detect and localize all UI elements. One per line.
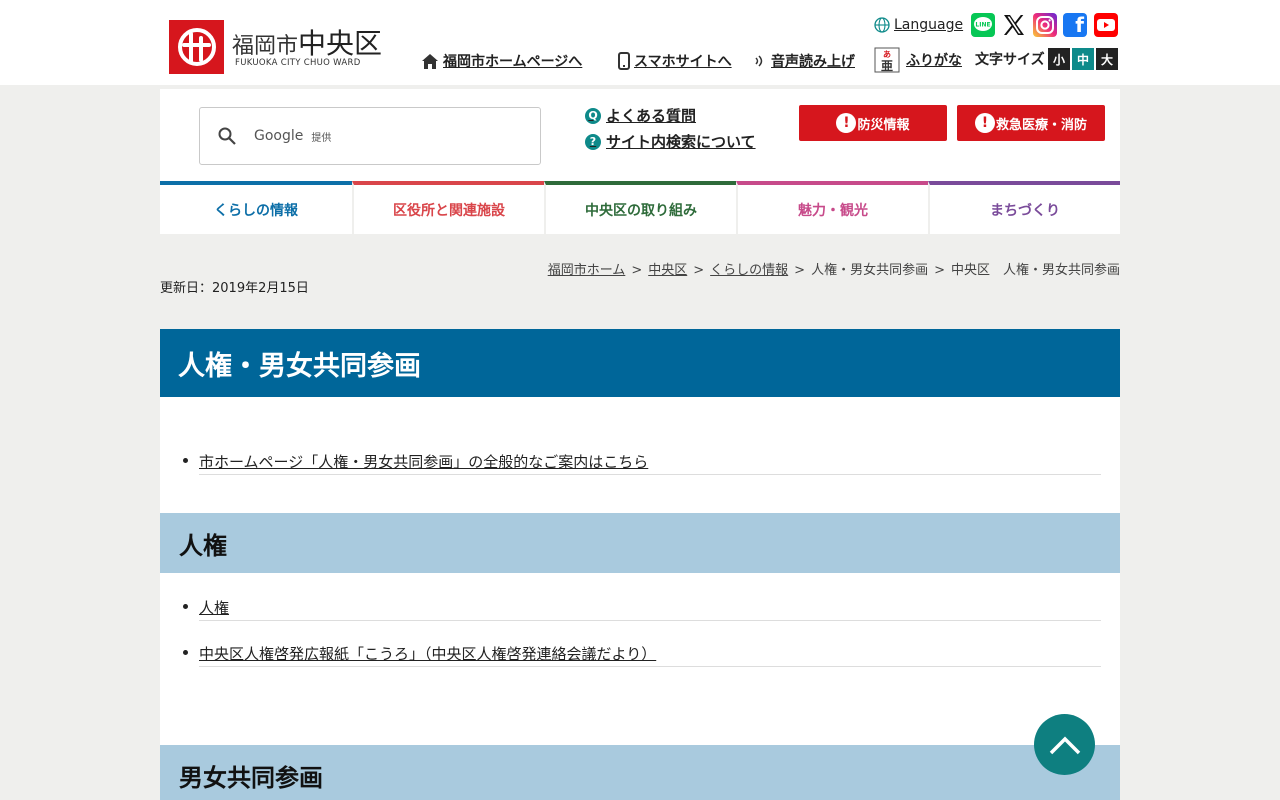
voice-reading-label: 音声読み上げ xyxy=(771,54,855,70)
sound-icon xyxy=(755,55,763,67)
facebook-icon[interactable]: f xyxy=(1063,13,1087,37)
svg-text:LINE: LINE xyxy=(975,22,990,29)
furigana-link[interactable]: あ亜 ふりがな xyxy=(874,47,962,73)
font-size-medium-button[interactable]: 中 xyxy=(1072,48,1094,70)
fukuoka-home-link[interactable]: 福岡市ホームページへ xyxy=(421,51,582,71)
breadcrumb-separator: > xyxy=(693,263,705,278)
breadcrumb-item: 人権・男女共同参画 xyxy=(811,263,929,278)
smartphone-icon xyxy=(618,52,630,70)
instagram-icon[interactable] xyxy=(1033,13,1057,37)
human-rights-link-list-2: 中央区人権啓発広報紙「こうろ」（中央区人権啓発連絡会議だより） xyxy=(183,643,1101,667)
list-item: 市ホームページ「人権・男女共同参画」の全般的なご案内はこちら xyxy=(183,451,1101,475)
breadcrumb-current: 中央区 人権・男女共同参画 xyxy=(950,263,1120,278)
site-logo[interactable]: 福岡市中央区 FUKUOKA CITY CHUO WARD xyxy=(169,20,409,74)
nav-item-label: 魅力・観光 xyxy=(798,202,868,219)
breadcrumb: 福岡市ホーム > 中央区 > くらしの情報 > 人権・男女共同参画 > 中央区 人権・男女共同参… xyxy=(548,259,1120,278)
svg-text:あ: あ xyxy=(883,50,891,59)
furigana-label: ふりがな xyxy=(906,53,962,69)
list-item: 中央区人権啓発広報紙「こうろ」（中央区人権啓発連絡会議だより） xyxy=(183,643,1101,667)
section-heading-human-rights: 人権 xyxy=(160,513,1120,573)
city-emblem-icon xyxy=(169,20,224,74)
intro-link-list: 市ホームページ「人権・男女共同参画」の全般的なご案内はこちら xyxy=(183,451,1101,475)
mobile-site-link[interactable]: スマホサイトへ xyxy=(618,51,732,71)
emergency-button[interactable]: ! 救急医療・消防 xyxy=(957,105,1105,141)
language-label: Language xyxy=(894,17,964,33)
font-size-large-button[interactable]: 大 xyxy=(1096,48,1118,70)
nav-item-living[interactable]: くらしの情報 xyxy=(160,181,352,234)
nav-item-label: まちづくり xyxy=(990,202,1060,219)
search-help-label: サイト内検索について xyxy=(606,133,756,151)
nav-item-label: 区役所と関連施設 xyxy=(393,202,505,219)
intro-link[interactable]: 市ホームページ「人権・男女共同参画」の全般的なご案内はこちら xyxy=(199,453,648,471)
updated-date: 更新日：2019年2月15日 xyxy=(160,281,309,296)
kouro-newsletter-link[interactable]: 中央区人権啓発広報紙「こうろ」（中央区人権啓発連絡会議だより） xyxy=(199,645,656,663)
globe-icon xyxy=(874,17,890,33)
question-icon: ? xyxy=(585,133,601,150)
nav-item-label: 中央区の取り組み xyxy=(585,202,697,219)
chevron-up-icon xyxy=(1049,736,1080,754)
facebook-letter: f xyxy=(1075,13,1084,37)
fukuoka-home-label: 福岡市ホームページへ xyxy=(443,54,583,70)
alert-icon: ! xyxy=(836,113,857,133)
site-header: 福岡市中央区 FUKUOKA CITY CHUO WARD 福岡市ホームページへ… xyxy=(0,0,1280,85)
provided-by-label: 提供 xyxy=(311,132,332,144)
list-item: 人権 xyxy=(183,597,1101,621)
furigana-icon: あ亜 xyxy=(874,47,900,73)
mobile-site-label: スマホサイトへ xyxy=(634,54,732,70)
main-content: 人権・男女共同参画 市ホームページ「人権・男女共同参画」の全般的なご案内はこちら… xyxy=(160,329,1120,800)
faq-label: よくある質問 xyxy=(606,107,697,125)
search-input[interactable]: Google 提供 xyxy=(199,107,541,165)
human-rights-link[interactable]: 人権 xyxy=(199,599,229,617)
utility-bar: Google 提供 Q よくある質問 ? サイト内検索について ! 防災情報 !… xyxy=(160,89,1120,181)
voice-reading-link[interactable]: 音声読み上げ xyxy=(753,51,855,71)
nav-item-tourism[interactable]: 魅力・観光 xyxy=(736,181,928,234)
font-size-small-button[interactable]: 小 xyxy=(1048,48,1070,70)
logo-city: 福岡市 xyxy=(232,34,299,59)
search-help-link[interactable]: ? サイト内検索について xyxy=(585,131,756,152)
disaster-info-label: 防災情報 xyxy=(857,117,910,133)
breadcrumb-separator: > xyxy=(934,263,945,278)
disaster-info-button[interactable]: ! 防災情報 xyxy=(799,105,947,141)
nav-item-ward-office[interactable]: 区役所と関連施設 xyxy=(352,181,544,234)
logo-ward: 中央区 xyxy=(298,27,383,60)
back-to-top-button[interactable] xyxy=(1034,714,1095,775)
home-icon xyxy=(422,53,438,69)
emergency-label: 救急医療・消防 xyxy=(995,117,1087,133)
global-nav: くらしの情報 区役所と関連施設 中央区の取り組み 魅力・観光 まちづくり xyxy=(160,181,1120,234)
faq-icon: Q xyxy=(585,107,601,124)
alert-icon: ! xyxy=(974,113,995,133)
search-icon xyxy=(218,127,236,145)
google-label: Google xyxy=(254,128,304,144)
font-size-label: 文字サイズ xyxy=(975,52,1045,68)
nav-item-label: くらしの情報 xyxy=(214,202,298,219)
faq-link[interactable]: Q よくある質問 xyxy=(585,105,696,126)
nav-item-initiatives[interactable]: 中央区の取り組み xyxy=(544,181,736,234)
x-icon[interactable] xyxy=(1002,13,1026,37)
nav-item-town-planning[interactable]: まちづくり xyxy=(928,181,1120,234)
page-title: 人権・男女共同参画 xyxy=(160,329,1120,397)
human-rights-link-list: 人権 xyxy=(183,597,1101,621)
svg-text:亜: 亜 xyxy=(881,59,893,73)
breadcrumb-separator: > xyxy=(794,263,806,278)
breadcrumb-item[interactable]: 中央区 xyxy=(648,263,687,278)
section-heading-gender-equality: 男女共同参画 xyxy=(160,745,1120,800)
language-link[interactable]: Language xyxy=(874,17,963,33)
logo-text: 福岡市中央区 xyxy=(232,22,382,62)
youtube-icon[interactable] xyxy=(1094,13,1118,37)
breadcrumb-item[interactable]: 福岡市ホーム xyxy=(548,263,626,278)
breadcrumb-item[interactable]: くらしの情報 xyxy=(710,263,788,278)
logo-subtitle: FUKUOKA CITY CHUO WARD xyxy=(235,58,361,68)
line-icon[interactable]: LINE xyxy=(971,13,995,37)
breadcrumb-separator: > xyxy=(631,263,643,278)
